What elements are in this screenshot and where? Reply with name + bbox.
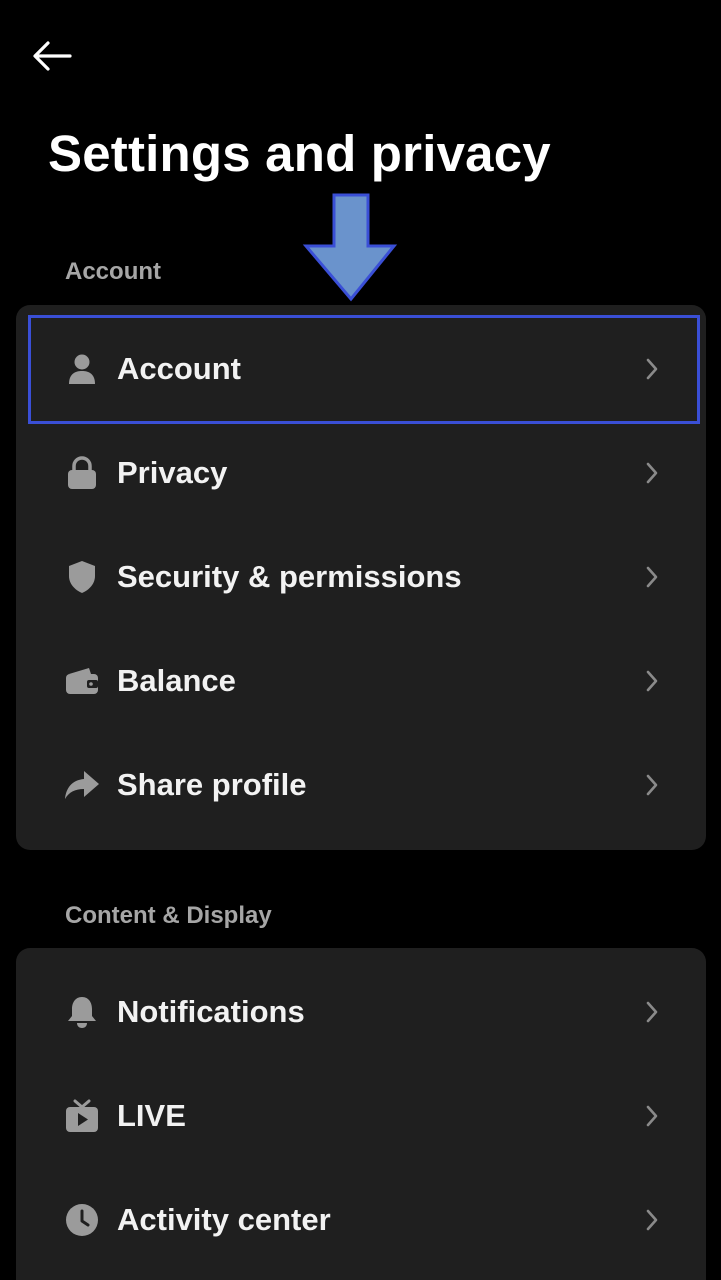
- share-icon: [64, 767, 100, 803]
- settings-item-notifications[interactable]: Notifications: [16, 960, 706, 1064]
- arrow-left-icon: [30, 38, 74, 79]
- settings-item-label: Privacy: [117, 455, 228, 490]
- settings-item-label: Share profile: [117, 767, 307, 802]
- clock-icon: [64, 1202, 100, 1238]
- settings-item-label: Balance: [117, 663, 236, 698]
- chevron-right-icon: [642, 1206, 662, 1234]
- settings-item-balance[interactable]: Balance: [16, 629, 706, 733]
- chevron-right-icon: [642, 355, 662, 383]
- section-label-account: Account: [65, 258, 161, 285]
- account-settings-card: Account Privacy Security & permissions B…: [16, 305, 706, 850]
- chevron-right-icon: [642, 998, 662, 1026]
- wallet-icon: [64, 663, 100, 699]
- settings-item-label: LIVE: [117, 1098, 186, 1133]
- bell-icon: [64, 994, 100, 1030]
- settings-item-activity-center[interactable]: Activity center: [16, 1168, 706, 1272]
- settings-item-label: Notifications: [117, 994, 305, 1029]
- settings-item-label: Security & permissions: [117, 559, 462, 594]
- settings-item-share-profile[interactable]: Share profile: [16, 733, 706, 837]
- settings-item-label: Account: [117, 351, 241, 386]
- chevron-right-icon: [642, 563, 662, 591]
- settings-item-privacy[interactable]: Privacy: [16, 421, 706, 525]
- tv-icon: [64, 1098, 100, 1134]
- person-icon: [64, 351, 100, 387]
- annotation-arrow-down-icon: [302, 192, 398, 304]
- back-button[interactable]: [30, 36, 82, 80]
- lock-icon: [64, 455, 100, 491]
- chevron-right-icon: [642, 667, 662, 695]
- page-title: Settings and privacy: [48, 125, 551, 182]
- chevron-right-icon: [642, 1102, 662, 1130]
- settings-item-security[interactable]: Security & permissions: [16, 525, 706, 629]
- section-label-content-display: Content & Display: [65, 902, 272, 929]
- chevron-right-icon: [642, 459, 662, 487]
- shield-icon: [64, 559, 100, 595]
- chevron-right-icon: [642, 771, 662, 799]
- settings-item-label: Activity center: [117, 1202, 331, 1237]
- content-display-card: Notifications LIVE Activity center: [16, 948, 706, 1280]
- settings-item-account[interactable]: Account: [16, 317, 706, 421]
- settings-item-live[interactable]: LIVE: [16, 1064, 706, 1168]
